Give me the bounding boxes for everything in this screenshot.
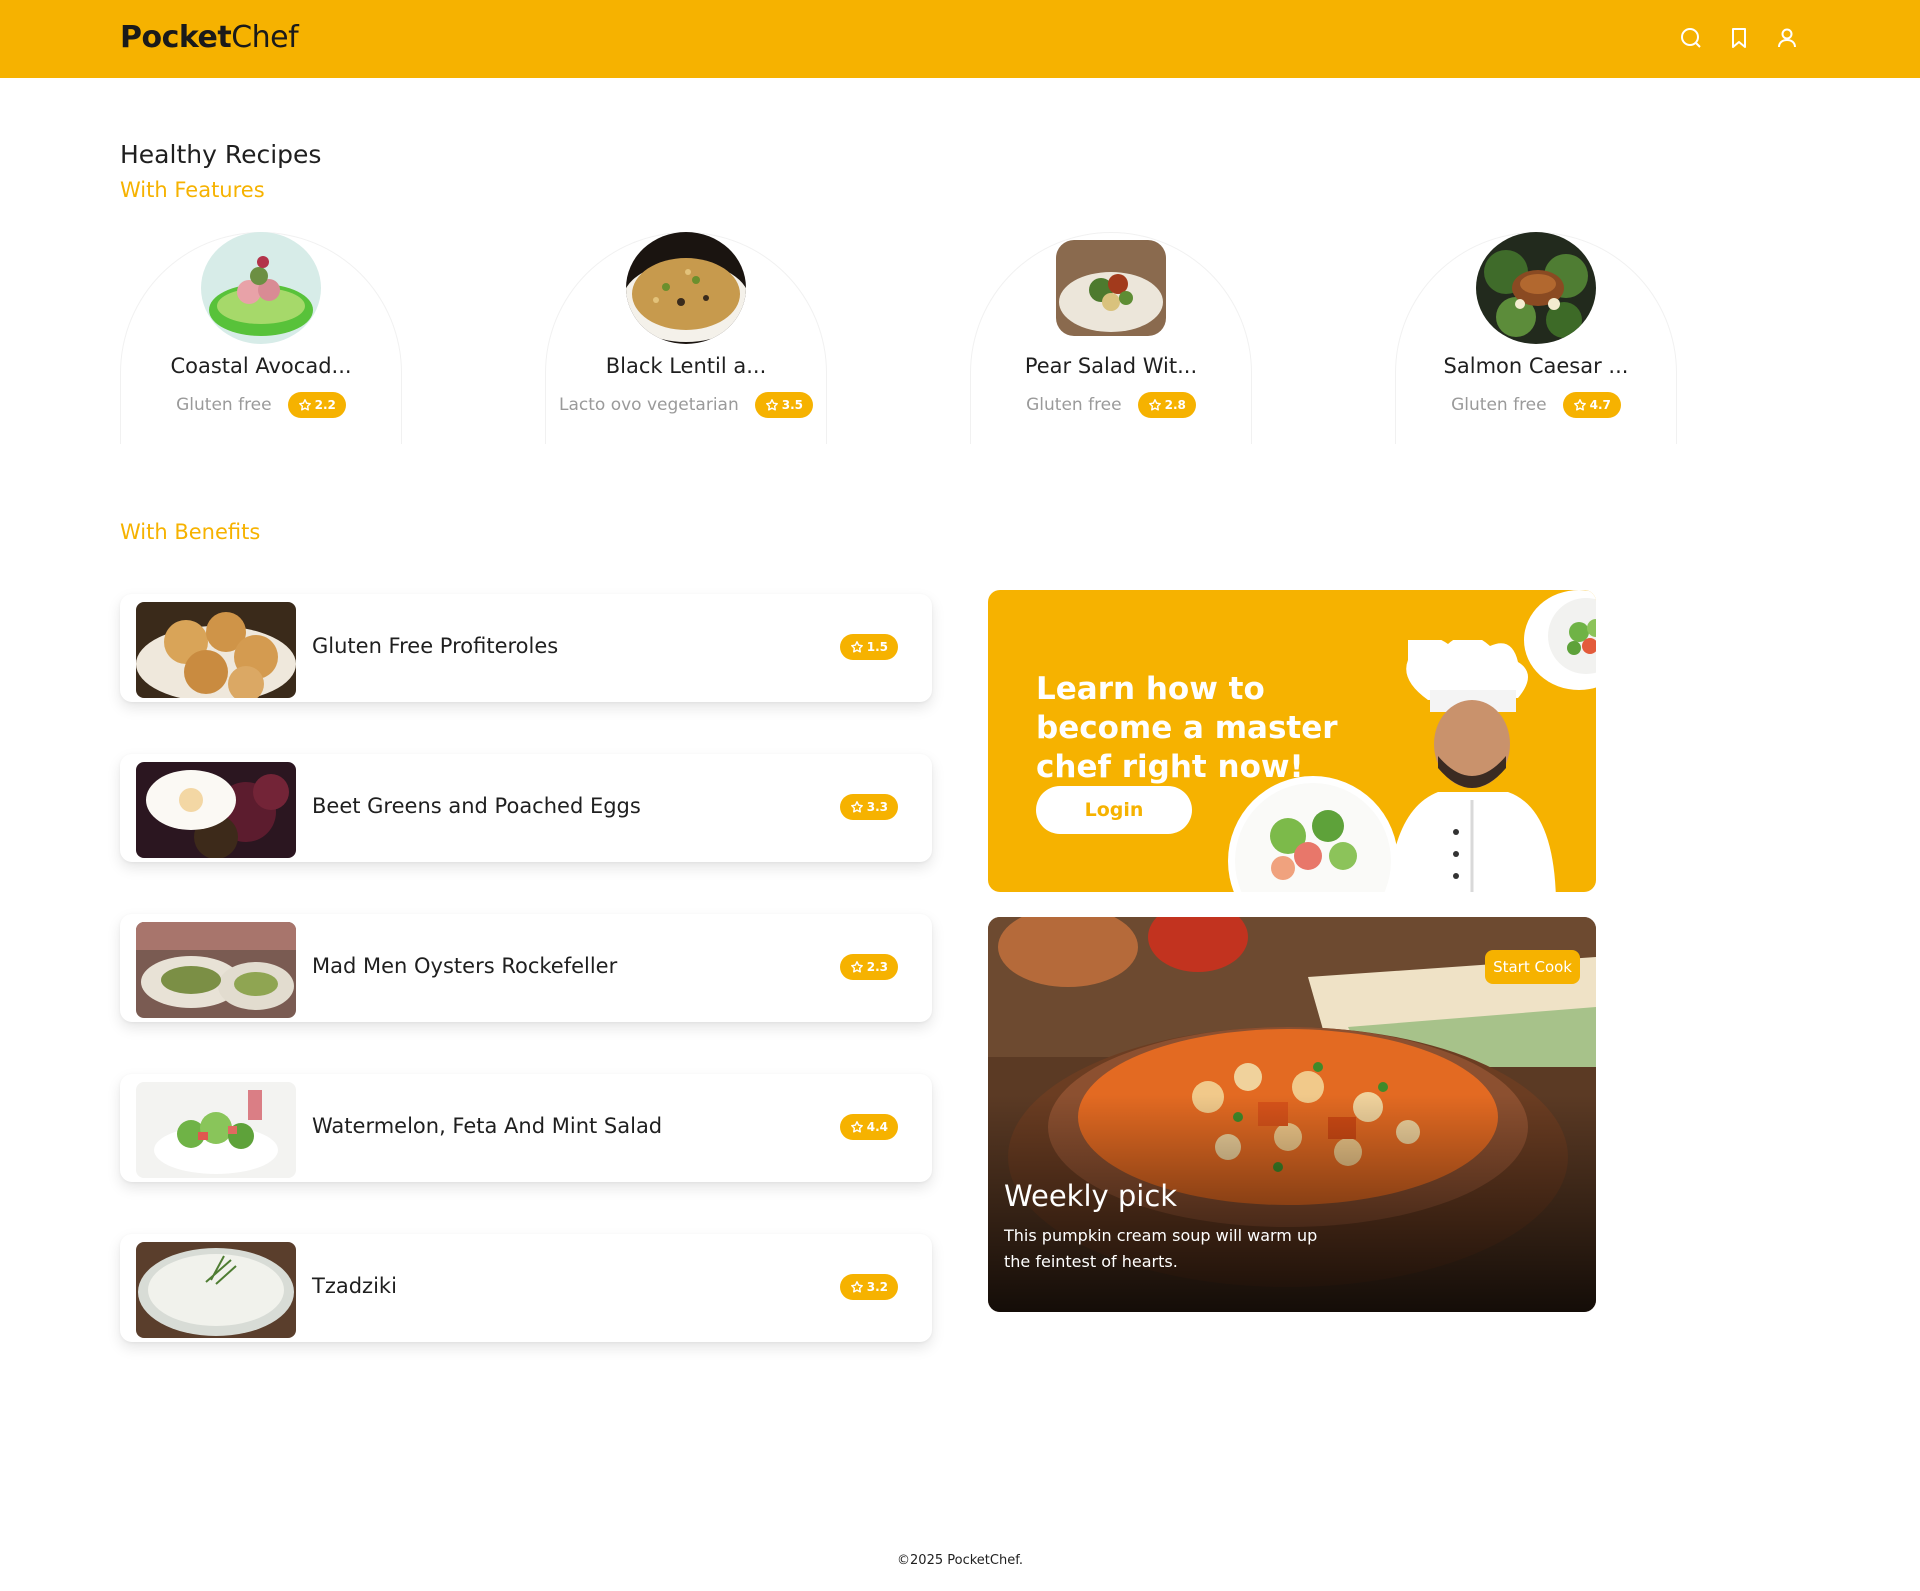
- rating-value: 3.3: [866, 800, 888, 814]
- promo-banner: Learn how to become a master chef right …: [988, 590, 1596, 892]
- brand-logo[interactable]: PocketChef: [120, 20, 299, 55]
- rating-value: 3.5: [781, 398, 803, 412]
- recipe-meta: Gluten free 4.7: [1395, 392, 1677, 418]
- star-icon: [1573, 399, 1586, 411]
- section-title: Healthy Recipes: [120, 140, 322, 169]
- recipe-image: [201, 232, 321, 344]
- rating-badge: 2.8: [1137, 392, 1196, 418]
- promo-text: Learn how to become a master chef right …: [1036, 671, 1338, 785]
- rating-value: 2.3: [866, 960, 888, 974]
- benefits-label: With Benefits: [120, 520, 261, 544]
- star-icon: [850, 801, 863, 813]
- weekly-pick-card[interactable]: Start Cook Weekly pick This pumpkin crea…: [988, 917, 1596, 1312]
- diet-label: Lacto ovo vegetarian: [559, 395, 739, 415]
- rating-badge: 2.3: [839, 954, 898, 980]
- features-label: With Features: [120, 178, 265, 202]
- featured-card[interactable]: Black Lentil a... Lacto ovo vegetarian 3…: [545, 232, 827, 444]
- diet-label: Gluten free: [1451, 395, 1547, 415]
- recipe-image: [136, 602, 296, 698]
- recipe-name: Black Lentil a...: [605, 354, 767, 378]
- recipe-meta: Gluten free 2.8: [970, 392, 1252, 418]
- recipe-image: [136, 1242, 296, 1338]
- recipe-name: Coastal Avocad...: [170, 354, 352, 378]
- bookmark-icon[interactable]: [1726, 25, 1752, 51]
- rating-badge: 4.7: [1562, 392, 1621, 418]
- rating-value: 4.7: [1589, 398, 1611, 412]
- weekly-pick-description: This pumpkin cream soup will warm up the…: [1004, 1226, 1318, 1271]
- top-bar: PocketChef: [0, 0, 1920, 78]
- recipe-image: [136, 1082, 296, 1178]
- star-icon: [298, 399, 311, 411]
- rating-badge: 3.3: [839, 794, 898, 820]
- footer-copyright: ©2025 PocketChef.: [897, 1553, 1023, 1568]
- benefit-item[interactable]: Gluten Free Profiteroles 1.5: [120, 594, 932, 702]
- star-icon: [765, 399, 778, 411]
- benefit-item[interactable]: Watermelon, Feta And Mint Salad 4.4: [120, 1074, 932, 1182]
- star-icon: [850, 1281, 863, 1293]
- rating-value: 4.4: [866, 1120, 888, 1134]
- star-icon: [850, 1121, 863, 1133]
- star-icon: [1148, 399, 1161, 411]
- benefit-item[interactable]: Mad Men Oysters Rockefeller 2.3: [120, 914, 932, 1022]
- rating-badge: 4.4: [839, 1114, 898, 1140]
- recipe-image: [136, 922, 296, 1018]
- recipe-meta: Lacto ovo vegetarian 3.5: [545, 392, 827, 418]
- recipe-title: Gluten Free Profiteroles: [312, 634, 559, 658]
- chef-illustration: [1368, 635, 1568, 892]
- recipe-meta: Gluten free 2.2: [120, 392, 402, 418]
- brand-name-part1: Pocket: [120, 20, 232, 55]
- rating-badge: 2.2: [287, 392, 346, 418]
- recipe-title: Watermelon, Feta And Mint Salad: [312, 1114, 663, 1138]
- user-icon[interactable]: [1774, 25, 1800, 51]
- diet-label: Gluten free: [1026, 395, 1122, 415]
- star-icon: [850, 641, 863, 653]
- recipe-title: Tzadziki: [312, 1274, 397, 1298]
- featured-card[interactable]: Coastal Avocad... Gluten free 2.2: [120, 232, 402, 444]
- weekly-pick-title: Weekly pick: [1004, 1179, 1178, 1213]
- recipe-name: Salmon Caesar ...: [1443, 354, 1629, 378]
- recipe-title: Beet Greens and Poached Eggs: [312, 794, 641, 818]
- header-actions: [1678, 25, 1800, 51]
- recipe-image: [1056, 240, 1166, 336]
- rating-badge: 3.2: [839, 1274, 898, 1300]
- rating-value: 2.8: [1164, 398, 1186, 412]
- featured-card[interactable]: Pear Salad Wit... Gluten free 2.8: [970, 232, 1252, 444]
- recipe-title: Mad Men Oysters Rockefeller: [312, 954, 618, 978]
- recipe-image: [136, 762, 296, 858]
- recipe-name: Pear Salad Wit...: [1024, 354, 1198, 378]
- recipe-image: [1476, 232, 1596, 344]
- rating-value: 1.5: [866, 640, 888, 654]
- diet-label: Gluten free: [176, 395, 272, 415]
- login-button[interactable]: Login: [1036, 786, 1192, 834]
- benefit-item[interactable]: Tzadziki 3.2: [120, 1234, 932, 1342]
- rating-value: 3.2: [866, 1280, 888, 1294]
- start-cook-button[interactable]: Start Cook: [1485, 950, 1580, 984]
- featured-card[interactable]: Salmon Caesar ... Gluten free 4.7: [1395, 232, 1677, 444]
- brand-name-part2: Chef: [231, 20, 299, 55]
- search-icon[interactable]: [1678, 25, 1704, 51]
- rating-badge: 3.5: [754, 392, 813, 418]
- benefit-item[interactable]: Beet Greens and Poached Eggs 3.3: [120, 754, 932, 862]
- rating-badge: 1.5: [839, 634, 898, 660]
- recipe-image: [626, 232, 746, 344]
- star-icon: [850, 961, 863, 973]
- rating-value: 2.2: [314, 398, 336, 412]
